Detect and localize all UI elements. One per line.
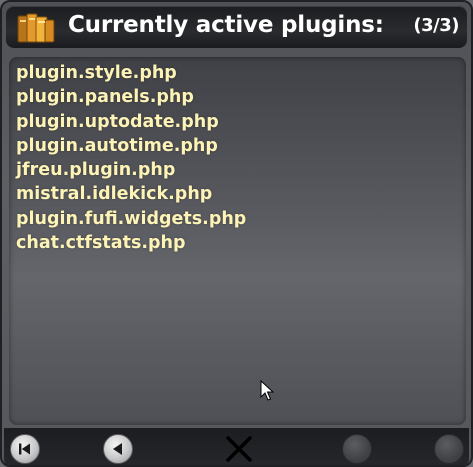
navigation-bar — [4, 428, 469, 466]
previous-page-button[interactable] — [103, 434, 133, 464]
triangle-right-icon — [343, 435, 371, 463]
plugin-list-item: plugin.uptodate.php — [16, 111, 219, 132]
title-bar: Currently active plugins: (3/3) — [6, 6, 467, 48]
plugin-list-item: jfreu.plugin.php — [16, 160, 176, 181]
triangle-left-icon — [113, 443, 122, 455]
first-page-button[interactable] — [10, 434, 40, 464]
plugins-window: Currently active plugins: (3/3) plugin.s… — [0, 0, 473, 467]
close-icon — [226, 436, 252, 462]
folder-stack-icon — [17, 13, 55, 43]
skip-to-end-icon — [435, 435, 463, 463]
last-page-button[interactable] — [434, 434, 464, 464]
window-title: Currently active plugins: — [68, 12, 384, 38]
plugin-list-item: plugin.panels.php — [16, 87, 194, 108]
plugin-list-item: mistral.idlekick.php — [16, 184, 213, 205]
skip-to-start-icon — [19, 443, 30, 455]
close-button[interactable] — [222, 432, 256, 466]
page-indicator: (3/3) — [413, 15, 459, 36]
next-page-button[interactable] — [342, 434, 372, 464]
plugin-list: plugin.style.php plugin.panels.php plugi… — [9, 57, 466, 255]
plugin-list-item: plugin.fufi.widgets.php — [16, 208, 247, 229]
plugin-list-item: plugin.style.php — [16, 63, 177, 83]
plugin-list-item: chat.ctfstats.php — [16, 233, 186, 254]
plugin-list-item: plugin.autotime.php — [16, 135, 218, 156]
plugin-list-panel: plugin.style.php plugin.panels.php plugi… — [9, 57, 466, 425]
mouse-cursor-icon — [260, 380, 274, 401]
